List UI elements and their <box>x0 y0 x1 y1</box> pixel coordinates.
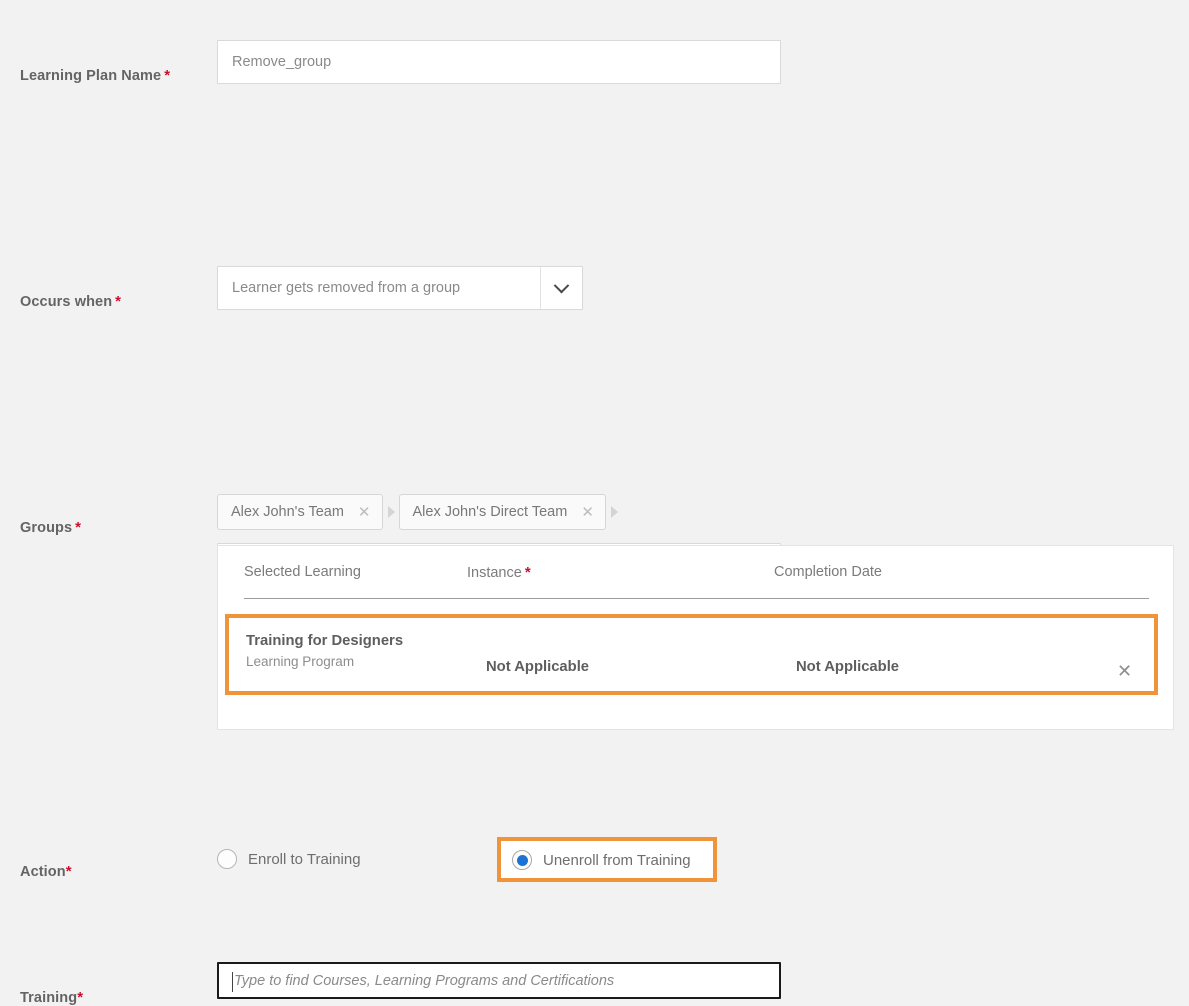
learning-plan-name-input[interactable]: Remove_group <box>217 40 781 84</box>
radio-unenroll-from-training[interactable]: Unenroll from Training <box>512 844 691 876</box>
row-training-title: Training for Designers <box>246 633 403 649</box>
group-chip-label: Alex John's Direct Team <box>413 504 568 520</box>
close-icon[interactable]: ✕ <box>1117 662 1132 680</box>
occurs-when-selected-value: Learner gets removed from a group <box>218 267 540 309</box>
learning-plan-name-value: Remove_group <box>232 54 331 70</box>
required-asterisk: * <box>525 564 531 581</box>
row-completion-date-value: Not Applicable <box>796 659 899 675</box>
required-asterisk: * <box>115 293 121 310</box>
required-asterisk: * <box>66 863 72 880</box>
learning-plan-name-label: Learning Plan Name* <box>20 67 170 84</box>
required-asterisk: * <box>75 519 81 536</box>
groups-chip-list: Alex John's Team ✕ Alex John's Direct Te… <box>217 494 622 530</box>
chip-separator-arrow-icon <box>388 506 395 518</box>
row-instance-value: Not Applicable <box>486 659 589 675</box>
table-header-divider <box>244 598 1149 599</box>
occurs-when-select[interactable]: Learner gets removed from a group <box>217 266 583 310</box>
label-text: Training <box>20 990 77 1006</box>
row-training-subtitle: Learning Program <box>246 654 354 669</box>
occurs-when-label: Occurs when* <box>20 293 121 310</box>
required-asterisk: * <box>164 67 170 84</box>
close-icon[interactable]: ✕ <box>581 505 594 520</box>
radio-unselected-icon <box>217 849 237 869</box>
radio-enroll-to-training[interactable]: Enroll to Training <box>217 843 361 875</box>
close-icon[interactable]: ✕ <box>358 505 371 520</box>
group-chip[interactable]: Alex John's Direct Team ✕ <box>399 494 606 530</box>
radio-enroll-label: Enroll to Training <box>248 851 361 868</box>
group-chip-label: Alex John's Team <box>231 504 344 520</box>
action-label: Action* <box>20 863 72 880</box>
column-header-instance: Instance* <box>467 564 531 581</box>
groups-label: Groups* <box>20 519 81 536</box>
training-search-placeholder: Type to find Courses, Learning Programs … <box>234 973 614 989</box>
chevron-down-glyph <box>554 277 570 293</box>
column-header-text: Completion Date <box>774 564 882 580</box>
group-chip[interactable]: Alex John's Team ✕ <box>217 494 383 530</box>
training-label: Training* <box>20 989 83 1006</box>
table-row[interactable]: Training for Designers Learning Program … <box>225 614 1158 695</box>
chip-separator-arrow-icon <box>611 506 618 518</box>
required-asterisk: * <box>77 989 83 1006</box>
label-text: Occurs when <box>20 294 112 310</box>
training-search-input[interactable]: Type to find Courses, Learning Programs … <box>217 962 781 999</box>
column-header-text: Instance <box>467 565 522 581</box>
column-header-completion-date: Completion Date <box>774 564 882 580</box>
text-caret <box>232 972 233 992</box>
radio-dot <box>517 855 528 866</box>
column-header-text: Selected Learning <box>244 564 361 580</box>
label-text: Groups <box>20 520 72 536</box>
radio-selected-icon <box>512 850 532 870</box>
column-header-selected-learning: Selected Learning <box>244 564 361 580</box>
chevron-down-icon[interactable] <box>540 267 582 309</box>
label-text: Action <box>20 864 66 880</box>
label-text: Learning Plan Name <box>20 68 161 84</box>
radio-unenroll-label: Unenroll from Training <box>543 852 691 869</box>
